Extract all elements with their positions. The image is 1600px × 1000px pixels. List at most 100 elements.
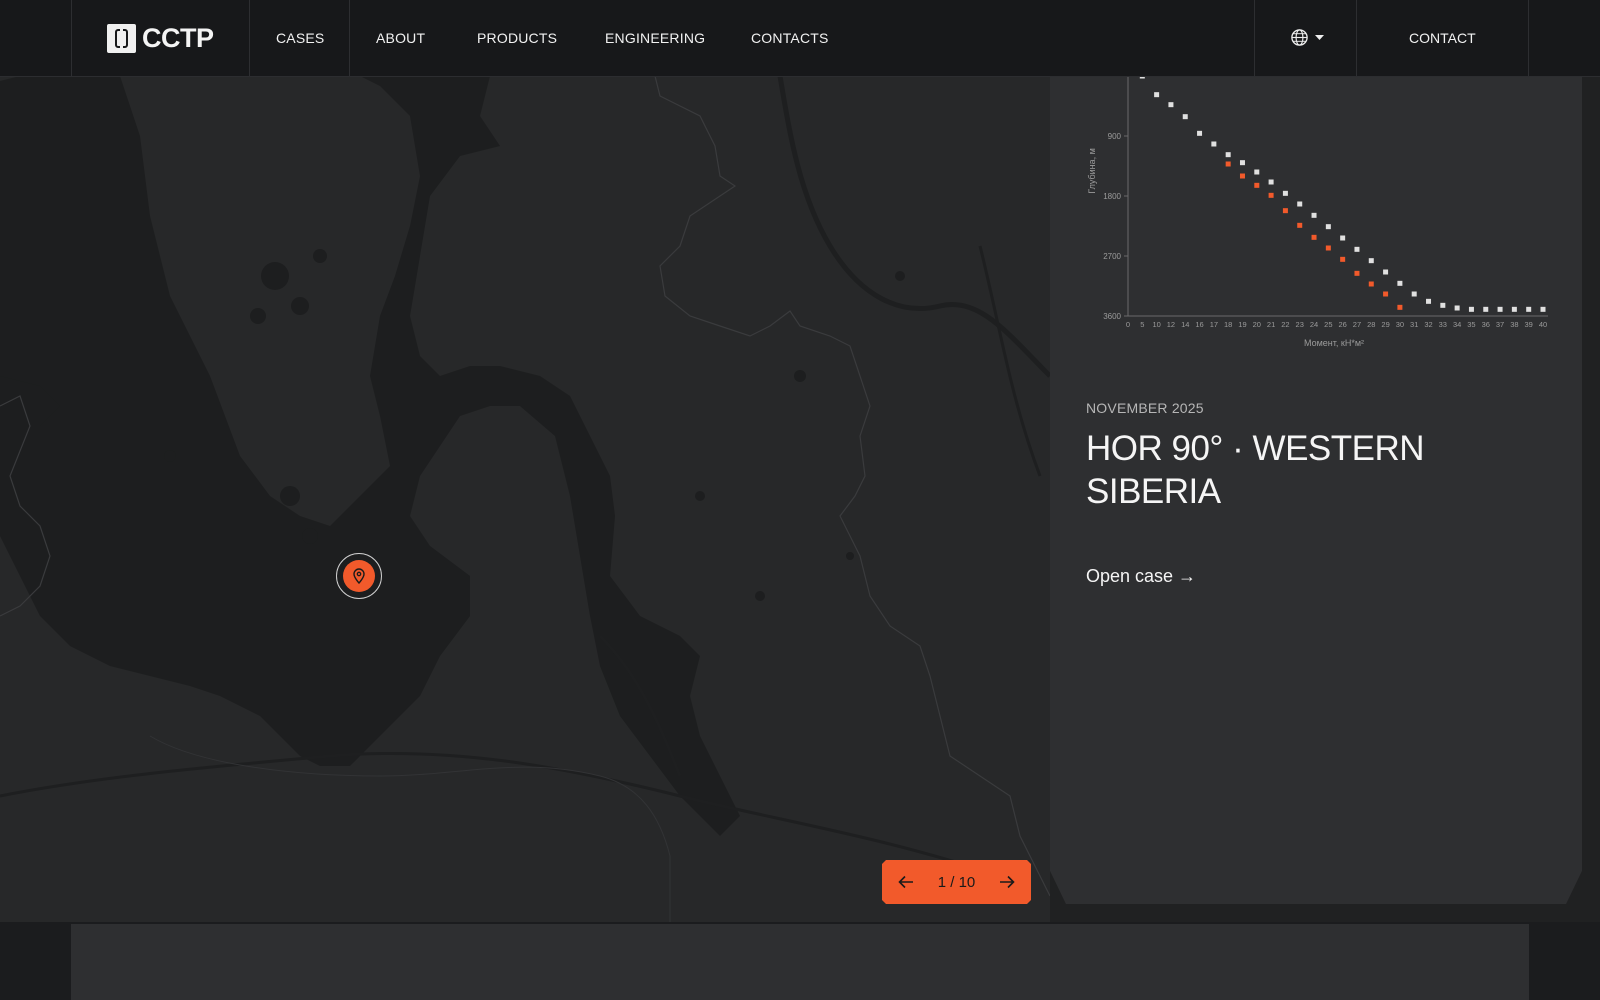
nav-cases[interactable]: CASES xyxy=(276,30,324,46)
chart-point-series-2 xyxy=(1368,281,1374,287)
chevron-down-icon xyxy=(1315,34,1324,40)
chart-point-series-2 xyxy=(1340,256,1346,262)
chart-x-tick-label: 20 xyxy=(1253,320,1261,329)
chart-point-series-1 xyxy=(1468,306,1474,312)
chart-point-series-1 xyxy=(1282,190,1288,196)
chart-x-tick-label: 19 xyxy=(1238,320,1246,329)
chart-point-series-1 xyxy=(1254,169,1260,175)
chart-point-series-2 xyxy=(1354,270,1360,276)
chart-point-series-1 xyxy=(1182,114,1188,120)
chart-point-series-1 xyxy=(1311,212,1317,218)
globe-icon xyxy=(1291,29,1308,46)
chart-ylabel: Глубина, м xyxy=(1087,148,1097,194)
chart-point-series-1 xyxy=(1540,306,1546,312)
chart-x-tick-label: 5 xyxy=(1140,320,1144,329)
chart-x-tick-label: 22 xyxy=(1281,320,1289,329)
chart-x-tick-label: 16 xyxy=(1195,320,1203,329)
chart-point-series-1 xyxy=(1197,130,1203,136)
chart-x-tick-label: 34 xyxy=(1453,320,1461,329)
chart-x-tick-label: 38 xyxy=(1510,320,1518,329)
chart-point-series-2 xyxy=(1268,192,1274,198)
chart-x-tick-label: 12 xyxy=(1167,320,1175,329)
chart-y-tick-label: 1800 xyxy=(1103,192,1121,201)
chart-x-tick-label: 14 xyxy=(1181,320,1189,329)
contact-button[interactable]: CONTACT xyxy=(1409,30,1476,46)
chart-point-series-1 xyxy=(1354,246,1360,252)
chart-point-series-2 xyxy=(1239,173,1245,179)
chart-x-tick-label: 36 xyxy=(1482,320,1490,329)
next-button[interactable] xyxy=(997,872,1017,892)
divider xyxy=(1254,0,1255,76)
chart-point-series-1 xyxy=(1297,201,1303,207)
open-case-link[interactable]: Open case → xyxy=(1086,566,1196,587)
chart-point-series-2 xyxy=(1297,222,1303,228)
chart-x-tick-label: 25 xyxy=(1324,320,1332,329)
arrow-right-icon xyxy=(999,875,1015,889)
chart-point-series-1 xyxy=(1483,306,1489,312)
logo[interactable]: CCTP xyxy=(107,22,214,54)
pager-count: 1 / 10 xyxy=(937,873,976,891)
chart-point-series-2 xyxy=(1383,291,1389,297)
chart-x-tick-label: 35 xyxy=(1467,320,1475,329)
map-marker-dot[interactable] xyxy=(343,560,375,592)
site-header: CCTP CASES ABOUT PRODUCTS ENGINEERING CO… xyxy=(0,0,1600,77)
nav-products[interactable]: PRODUCTS xyxy=(477,30,557,46)
chart-x-tick-label: 33 xyxy=(1439,320,1447,329)
map[interactable] xyxy=(0,76,1050,922)
chart-point-series-1 xyxy=(1526,306,1532,312)
nav-contacts[interactable]: CONTACTS xyxy=(751,30,829,46)
language-selector[interactable] xyxy=(1290,28,1324,47)
chart-point-series-1 xyxy=(1440,302,1446,308)
chart-x-tick-label: 40 xyxy=(1539,320,1547,329)
chart-point-series-1 xyxy=(1211,141,1217,147)
chart-point-series-1 xyxy=(1239,160,1245,166)
case-pager: 1 / 10 xyxy=(882,860,1031,904)
chart-point-series-2 xyxy=(1325,245,1331,251)
chart-x-tick-label: 32 xyxy=(1424,320,1432,329)
chart-point-series-1 xyxy=(1168,102,1174,108)
prev-button[interactable] xyxy=(896,872,916,892)
divider xyxy=(349,0,350,76)
chart-x-tick-label: 31 xyxy=(1410,320,1418,329)
depth-moment-chart: 900 1800 2700 3600 0 5 10 12 14 16 17 18 19 20 21 22 23 2… xyxy=(1087,76,1548,348)
nav-about[interactable]: ABOUT xyxy=(376,30,425,46)
chart-point-series-1 xyxy=(1411,291,1417,297)
chart-point-series-1 xyxy=(1511,306,1517,312)
chart-x-tick-label: 30 xyxy=(1396,320,1404,329)
chart-x-tick-label: 37 xyxy=(1496,320,1504,329)
chart-point-series-2 xyxy=(1311,234,1317,240)
chart-point-series-1 xyxy=(1454,305,1460,311)
arrow-left-icon xyxy=(898,875,914,889)
chart-x-tick-label: 23 xyxy=(1296,320,1304,329)
chart-point-series-1 xyxy=(1268,179,1274,185)
location-pin-icon xyxy=(353,568,365,584)
chart-point-series-1 xyxy=(1397,280,1403,286)
chart-point-series-1 xyxy=(1154,92,1160,98)
logo-mark-icon xyxy=(107,23,136,53)
chart-x-tick-label: 29 xyxy=(1381,320,1389,329)
chart-x-tick-label: 0 xyxy=(1126,320,1130,329)
chart-x-tick-label: 24 xyxy=(1310,320,1318,329)
logo-text: CCTP xyxy=(142,22,214,53)
chart-x-tick-label: 39 xyxy=(1525,320,1533,329)
chart-x-tick-label: 17 xyxy=(1210,320,1218,329)
chart-point-series-2 xyxy=(1225,161,1231,167)
chart-x-tick-label: 21 xyxy=(1267,320,1275,329)
chart-point-series-1 xyxy=(1225,152,1231,158)
chart-point-series-1 xyxy=(1368,258,1374,264)
chart-x-tick-label: 18 xyxy=(1224,320,1232,329)
chart-y-tick-label: 3600 xyxy=(1103,312,1121,321)
chart-x-tick-label: 28 xyxy=(1367,320,1375,329)
divider xyxy=(71,0,72,76)
chart-point-series-2 xyxy=(1282,208,1288,214)
chart-x-tick-label: 10 xyxy=(1152,320,1160,329)
chart-x-tick-label: 27 xyxy=(1353,320,1361,329)
chart-xlabel: Момент, кН*м² xyxy=(1304,338,1364,348)
chart-y-tick-label: 2700 xyxy=(1103,252,1121,261)
divider xyxy=(249,0,250,76)
map-terrain xyxy=(0,76,1050,922)
divider xyxy=(1528,0,1529,76)
nav-engineering[interactable]: ENGINEERING xyxy=(605,30,705,46)
chart-point-series-1 xyxy=(1340,235,1346,241)
chart-point-series-2 xyxy=(1397,304,1403,310)
